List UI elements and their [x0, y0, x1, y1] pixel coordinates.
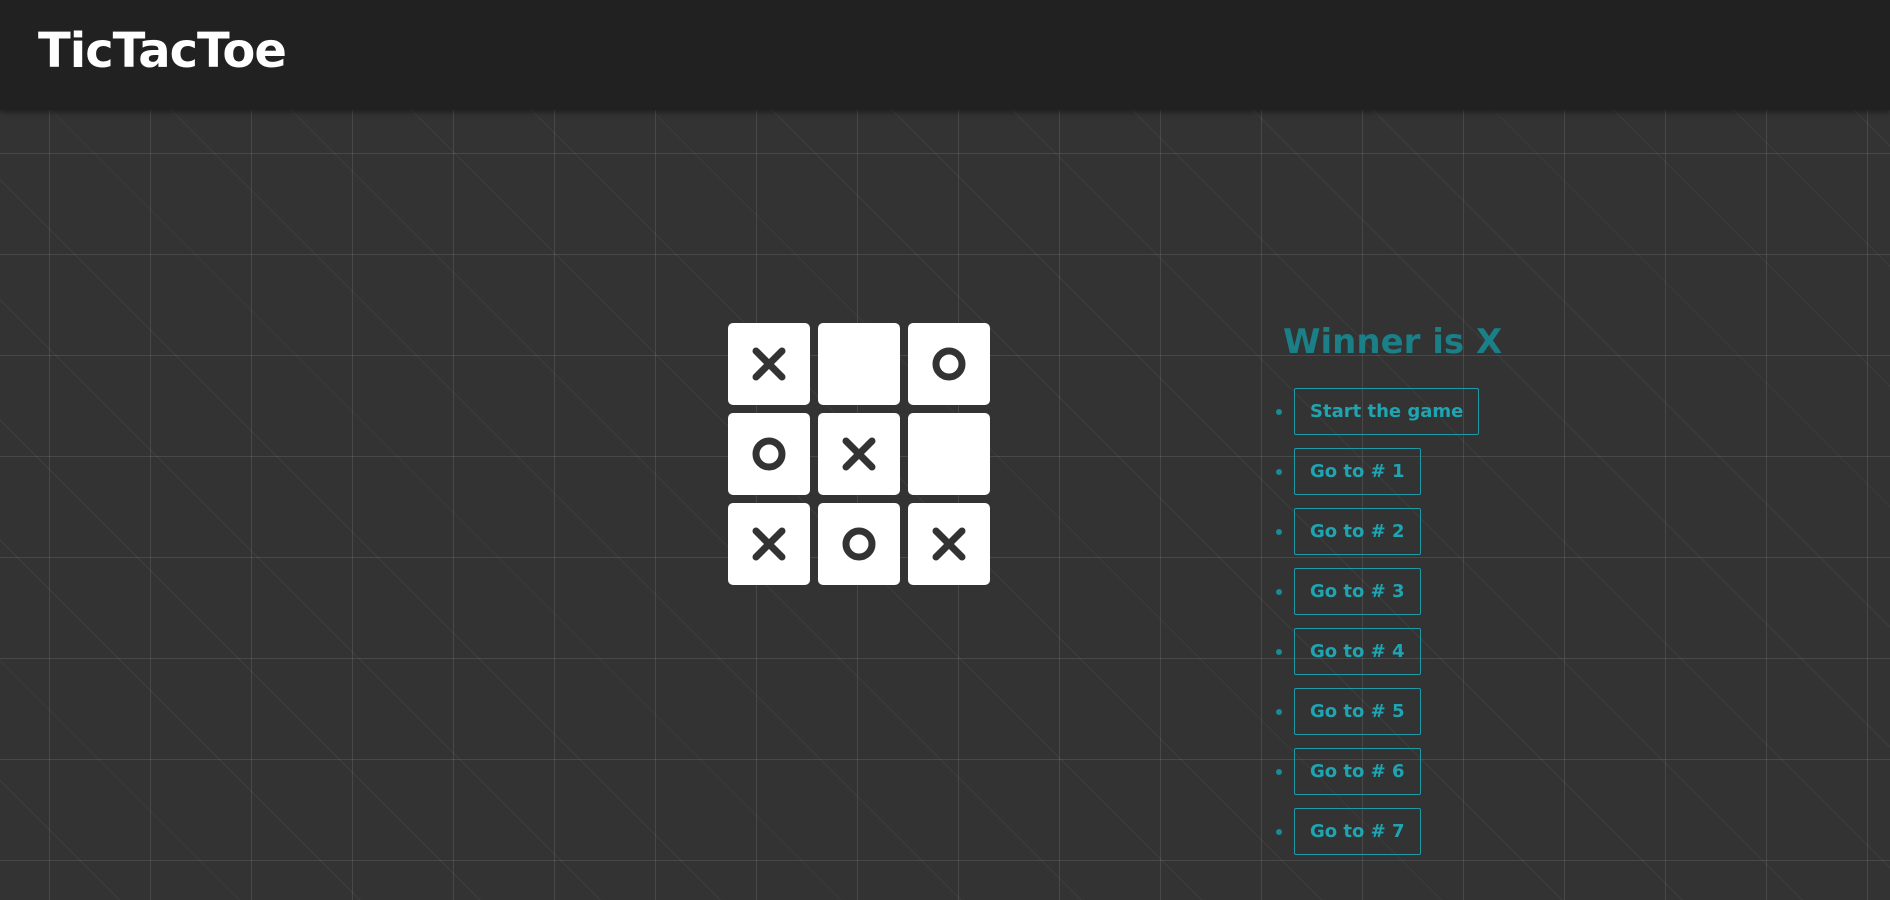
- go-to-move-3-button[interactable]: Go to # 3: [1294, 568, 1421, 615]
- game-board: [728, 323, 990, 585]
- bullet-icon: [1276, 589, 1282, 595]
- board-cell-8[interactable]: [818, 503, 900, 585]
- bullet-icon: [1276, 409, 1282, 415]
- bullet-icon: [1276, 529, 1282, 535]
- x-mark-icon: [842, 437, 876, 471]
- board-cell-4[interactable]: [728, 413, 810, 495]
- start-game-button[interactable]: Start the game: [1294, 388, 1480, 435]
- x-mark-icon: [932, 527, 966, 561]
- go-to-move-5-button[interactable]: Go to # 5: [1294, 688, 1421, 735]
- board-cell-6[interactable]: [908, 413, 990, 495]
- app-header: TicTacToe: [0, 0, 1890, 110]
- move-list-item: Start the game: [1274, 388, 1480, 435]
- x-mark-icon: [752, 347, 786, 381]
- go-to-move-7-button[interactable]: Go to # 7: [1294, 808, 1421, 855]
- board-cell-7[interactable]: [728, 503, 810, 585]
- go-to-move-6-button[interactable]: Go to # 6: [1294, 748, 1421, 795]
- o-mark-icon: [752, 437, 786, 471]
- move-list-item: Go to # 6: [1274, 748, 1479, 795]
- o-mark-icon: [842, 527, 876, 561]
- board-cell-3[interactable]: [908, 323, 990, 405]
- app-title: TicTacToe: [38, 23, 287, 79]
- board-cell-2[interactable]: [818, 323, 900, 405]
- x-mark-icon: [752, 527, 786, 561]
- go-to-move-2-button[interactable]: Go to # 2: [1294, 508, 1421, 555]
- go-to-move-4-button[interactable]: Go to # 4: [1294, 628, 1421, 675]
- bullet-icon: [1276, 769, 1282, 775]
- o-mark-icon: [932, 347, 966, 381]
- move-list-item: Go to # 2: [1274, 508, 1479, 555]
- move-list-item: Go to # 1: [1274, 448, 1479, 495]
- bullet-icon: [1276, 469, 1282, 475]
- board-cell-5[interactable]: [818, 413, 900, 495]
- move-list-item: Go to # 3: [1274, 568, 1479, 615]
- move-list-item: Go to # 4: [1274, 628, 1479, 675]
- board-cell-1[interactable]: [728, 323, 810, 405]
- bullet-icon: [1276, 709, 1282, 715]
- go-to-move-1-button[interactable]: Go to # 1: [1294, 448, 1421, 495]
- move-list-item: Go to # 5: [1274, 688, 1479, 735]
- game-status: Winner is X: [1283, 322, 1503, 362]
- board-cell-9[interactable]: [908, 503, 990, 585]
- move-history-list: Start the game Go to # 1 Go to # 2 Go to…: [1274, 388, 1480, 868]
- move-list-item: Go to # 7: [1274, 808, 1479, 855]
- bullet-icon: [1276, 829, 1282, 835]
- bullet-icon: [1276, 649, 1282, 655]
